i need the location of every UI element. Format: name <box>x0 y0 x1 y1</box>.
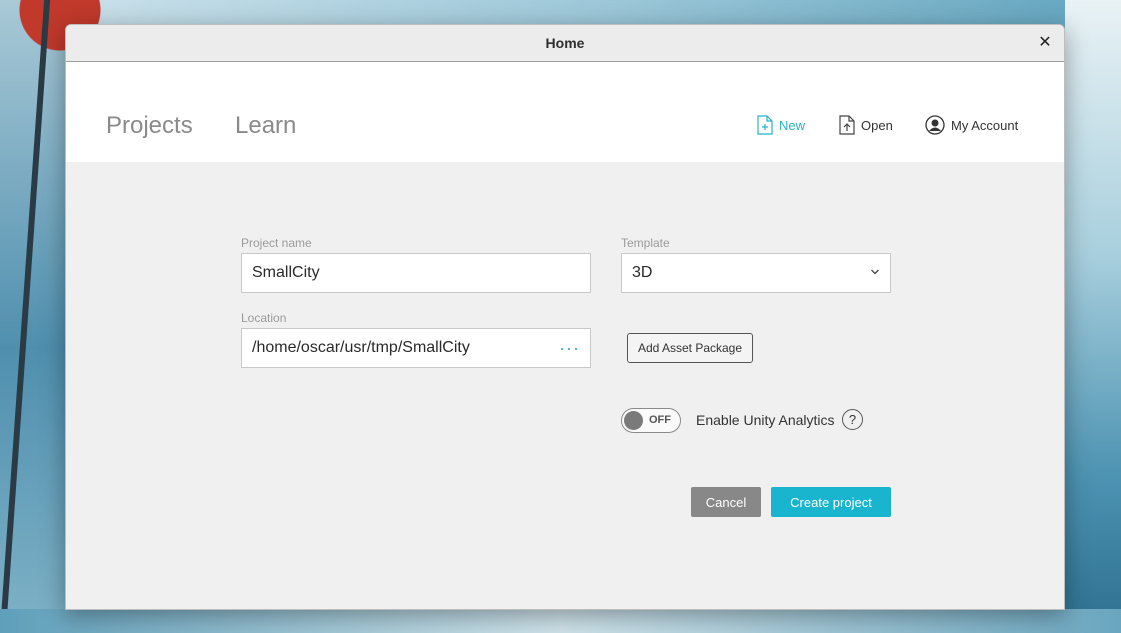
open-button[interactable]: Open <box>839 115 893 135</box>
template-value: 3D <box>632 264 653 281</box>
analytics-toggle[interactable]: OFF <box>621 408 681 433</box>
project-name-value: SmallCity <box>252 264 320 281</box>
new-file-icon <box>757 115 773 135</box>
account-icon <box>925 115 945 135</box>
header: Projects Learn New Open My Account <box>66 62 1064 162</box>
location-input[interactable]: /home/oscar/usr/tmp/SmallCity ··· <box>241 328 591 368</box>
add-asset-package-button[interactable]: Add Asset Package <box>627 333 753 363</box>
tab-learn[interactable]: Learn <box>235 112 296 140</box>
cancel-button[interactable]: Cancel <box>691 487 761 517</box>
chevron-down-icon <box>870 264 880 282</box>
tab-projects[interactable]: Projects <box>106 112 193 140</box>
account-label: My Account <box>951 117 1019 133</box>
analytics-label: Enable Unity Analytics <box>696 412 835 428</box>
title-bar[interactable]: Home ✕ <box>66 25 1064 62</box>
project-name-label: Project name <box>241 236 312 250</box>
desktop-background-art <box>1065 0 1121 633</box>
toggle-state-label: OFF <box>649 414 671 426</box>
project-name-input[interactable]: SmallCity <box>241 253 591 293</box>
new-project-form: Project name SmallCity Template 3D Locat… <box>66 162 1064 609</box>
help-icon[interactable]: ? <box>842 409 863 430</box>
location-value: /home/oscar/usr/tmp/SmallCity <box>252 339 470 356</box>
toggle-knob <box>624 411 643 430</box>
open-label: Open <box>861 117 893 133</box>
close-icon[interactable]: ✕ <box>1036 34 1054 52</box>
home-window: Home ✕ Projects Learn New Open My Accoun… <box>65 24 1065 610</box>
template-select[interactable]: 3D <box>621 253 891 293</box>
window-title: Home <box>545 35 585 51</box>
create-project-button[interactable]: Create project <box>771 487 891 517</box>
new-button[interactable]: New <box>757 115 805 135</box>
my-account-button[interactable]: My Account <box>925 115 1018 135</box>
location-label: Location <box>241 311 287 325</box>
open-file-icon <box>839 115 855 135</box>
template-label: Template <box>621 236 670 250</box>
new-label: New <box>779 117 806 133</box>
desktop-background-art <box>0 609 1121 633</box>
browse-location-button[interactable]: ··· <box>559 339 580 357</box>
